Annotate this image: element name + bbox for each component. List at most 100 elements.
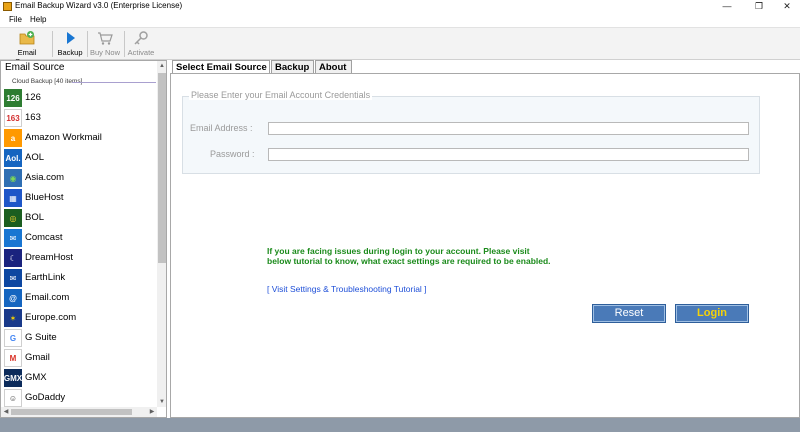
horizontal-scrollbar[interactable]: ◀ ▶ xyxy=(1,407,157,417)
login-help-text: If you are facing issues during login to… xyxy=(267,246,551,266)
credentials-legend: Please Enter your Email Account Credenti… xyxy=(189,90,373,100)
provider-label: 126 xyxy=(25,92,41,103)
email-address-input[interactable] xyxy=(268,122,749,135)
provider-item[interactable]: GG Suite xyxy=(3,328,157,348)
provider-item[interactable]: ☺ GoDaddy xyxy=(3,388,157,408)
tab-select-email-source[interactable]: Select Email Source xyxy=(172,60,270,74)
vertical-scrollbar[interactable]: ▲ ▼ xyxy=(157,61,166,407)
provider-item[interactable]: 163 163 xyxy=(3,108,157,128)
email-address-label: Email Address : xyxy=(190,123,253,133)
app-window: Email Backup Wizard v3.0 (Enterprise Lic… xyxy=(0,0,800,432)
provider-item[interactable]: ◉ Asia.com xyxy=(3,168,157,188)
eu-stars-icon: ✶ xyxy=(4,309,22,327)
provider-item[interactable]: Aol. AOL xyxy=(3,148,157,168)
globe-icon: ◉ xyxy=(4,169,22,187)
tutorial-link[interactable]: [ Visit Settings & Troubleshooting Tutor… xyxy=(267,284,427,294)
google-icon: G xyxy=(4,329,22,347)
gmail-icon: M xyxy=(4,349,22,367)
panel-title: Email Source xyxy=(5,62,65,73)
maximize-button[interactable]: ❐ xyxy=(744,0,774,14)
backup-label: Backup xyxy=(57,48,83,57)
reset-button[interactable]: Reset xyxy=(592,304,666,323)
envelope-icon: ✉ xyxy=(4,229,22,247)
key-icon xyxy=(133,30,149,46)
at-sign-icon: @ xyxy=(4,289,22,307)
provider-label: Comcast xyxy=(25,232,63,243)
provider-label: BOL xyxy=(25,212,45,223)
minimize-button[interactable]: — xyxy=(712,0,742,14)
password-label: Password : xyxy=(210,149,255,159)
gmx-icon: GMX xyxy=(4,369,22,387)
vertical-scroll-thumb[interactable] xyxy=(158,73,166,263)
provider-item[interactable]: ✉ Comcast xyxy=(3,228,157,248)
email-source-panel: Email Source Cloud Backup [40 items] 126… xyxy=(0,60,167,418)
provider-label: 163 xyxy=(25,112,41,123)
scroll-right-arrow-icon[interactable]: ▶ xyxy=(147,407,157,417)
horizontal-scroll-thumb[interactable] xyxy=(11,409,132,415)
provider-label: BlueHost xyxy=(25,192,64,203)
provider-item[interactable]: a Amazon Workmail xyxy=(3,128,157,148)
scroll-down-arrow-icon[interactable]: ▼ xyxy=(157,397,166,407)
login-button[interactable]: Login xyxy=(675,304,749,323)
126-logo-icon: 126 xyxy=(4,89,22,107)
app-logo-icon xyxy=(3,2,12,11)
bol-icon: ◎ xyxy=(4,209,22,227)
toolbar-separator xyxy=(124,31,125,57)
menu-file[interactable]: File xyxy=(9,15,22,24)
password-input[interactable] xyxy=(268,148,749,161)
provider-label: AOL xyxy=(25,152,45,163)
provider-label: Europe.com xyxy=(25,312,77,323)
buy-now-button[interactable]: Buy Now xyxy=(89,29,121,59)
provider-label: G Suite xyxy=(25,332,57,343)
provider-item[interactable]: ✉ EarthLink xyxy=(3,268,157,288)
email-source-button[interactable]: Email Source xyxy=(5,29,49,66)
aol-icon: Aol. xyxy=(4,149,22,167)
bluehost-grid-icon: ▦ xyxy=(4,189,22,207)
play-icon xyxy=(62,30,78,46)
moon-icon: ☾ xyxy=(4,249,22,267)
provider-item[interactable]: 126 126 xyxy=(3,88,157,108)
provider-item[interactable]: GMX GMX xyxy=(3,368,157,388)
backup-button[interactable]: Backup xyxy=(55,29,85,59)
tab-backup[interactable]: Backup xyxy=(271,60,314,74)
close-button[interactable]: ✕ xyxy=(772,0,800,14)
toolbar-separator xyxy=(87,31,88,57)
toolbar-separator xyxy=(52,31,53,57)
scroll-up-arrow-icon[interactable]: ▲ xyxy=(157,61,166,71)
provider-label: GMX xyxy=(25,372,47,383)
earthlink-envelope-icon: ✉ xyxy=(4,269,22,287)
godaddy-icon: ☺ xyxy=(4,389,22,407)
provider-label: DreamHost xyxy=(25,252,74,263)
provider-item[interactable]: M Gmail xyxy=(3,348,157,368)
scroll-left-arrow-icon[interactable]: ◀ xyxy=(1,407,11,417)
provider-list: 126 126 163 163 a Amazon Workmail Aol. AOL ◉ Asia… xyxy=(3,88,157,408)
buy-now-label: Buy Now xyxy=(89,48,120,57)
activate-button[interactable]: Activate xyxy=(126,29,156,59)
provider-item[interactable]: ▦ BlueHost xyxy=(3,188,157,208)
amazon-icon: a xyxy=(4,129,22,147)
163-logo-icon: 163 xyxy=(4,109,22,127)
provider-label: Asia.com xyxy=(25,172,65,183)
menu-bar: File Help xyxy=(0,14,800,27)
provider-label: Gmail xyxy=(25,352,50,363)
provider-item[interactable]: @ Email.com xyxy=(3,288,157,308)
provider-item[interactable]: ☾ DreamHost xyxy=(3,248,157,268)
provider-label: EarthLink xyxy=(25,272,66,283)
tab-content: Please Enter your Email Account Credenti… xyxy=(170,73,800,418)
credentials-group: Please Enter your Email Account Credenti… xyxy=(182,90,760,174)
provider-label: Amazon Workmail xyxy=(25,132,102,143)
menu-help[interactable]: Help xyxy=(30,15,46,24)
window-title: Email Backup Wizard v3.0 (Enterprise Lic… xyxy=(15,1,183,10)
tab-about[interactable]: About xyxy=(315,60,352,74)
provider-label: Email.com xyxy=(25,292,70,303)
toolbar: Email Source Backup Buy Now Activate xyxy=(0,27,800,66)
activate-label: Activate xyxy=(127,48,155,57)
provider-item[interactable]: ✶ Europe.com xyxy=(3,308,157,328)
cart-icon xyxy=(97,30,113,46)
main-panel: Select Email Source Backup About Please … xyxy=(170,60,800,418)
provider-label: GoDaddy xyxy=(25,392,66,403)
title-bar: Email Backup Wizard v3.0 (Enterprise Lic… xyxy=(0,0,800,14)
provider-item[interactable]: ◎ BOL xyxy=(3,208,157,228)
folder-add-icon xyxy=(19,30,35,46)
group-divider xyxy=(72,82,156,83)
